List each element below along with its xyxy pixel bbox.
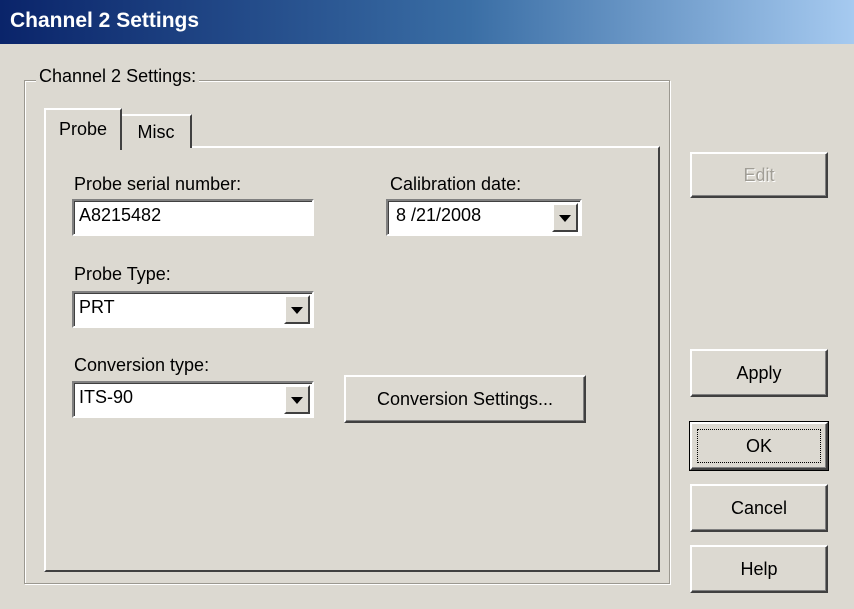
conversion-settings-label: Conversion Settings... [376,389,554,409]
tab-probe[interactable]: Probe [44,108,122,150]
apply-button[interactable]: Apply [690,349,828,397]
conversion-type-dropdown-button[interactable] [284,385,310,414]
probe-type-dropdown-button[interactable] [284,295,310,324]
cancel-button[interactable]: Cancel [690,484,828,532]
help-button[interactable]: Help [690,545,828,593]
probe-type-label: Probe Type: [74,264,171,284]
calibration-date-label: Calibration date: [390,174,522,194]
probe-type-select[interactable]: PRT [72,291,314,328]
chevron-down-icon [559,214,571,222]
conversion-type-select[interactable]: ITS-90 [72,381,314,418]
probe-type-value: PRT [79,297,115,317]
chevron-down-icon [291,306,303,314]
ok-button[interactable]: OK [689,421,829,471]
probe-serial-label: Probe serial number: [74,174,242,194]
conversion-type-value: ITS-90 [79,387,134,407]
title-bar[interactable]: Channel 2 Settings [0,0,854,44]
edit-button[interactable]: Edit [690,152,828,198]
probe-serial-input[interactable]: A8215482 [72,199,314,236]
conversion-type-label: Conversion type: [74,355,210,375]
calibration-date-picker[interactable]: 8 /21/2008 [386,199,582,236]
conversion-settings-button[interactable]: Conversion Settings... [344,375,586,423]
focus-rectangle [697,429,821,463]
chevron-down-icon [291,396,303,404]
tab-misc[interactable]: Misc [122,114,192,148]
calibration-date-dropdown-button[interactable] [552,203,578,232]
groupbox-label: Channel 2 Settings: [36,66,200,87]
window-title: Channel 2 Settings [10,9,200,32]
